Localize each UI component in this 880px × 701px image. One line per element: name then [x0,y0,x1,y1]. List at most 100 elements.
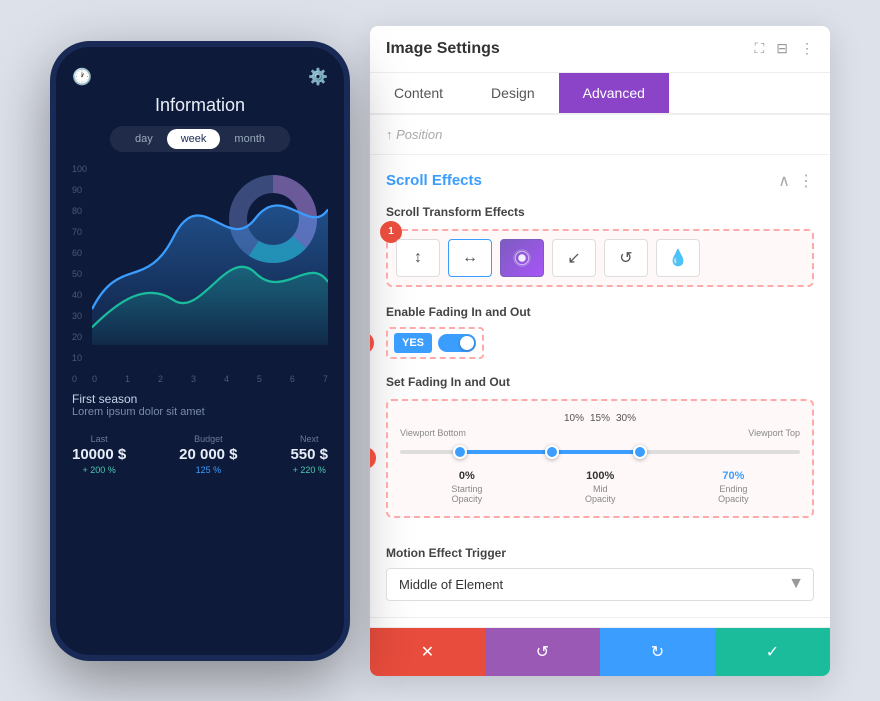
chart-info: First season Lorem ipsum dolor sit amet [72,392,328,418]
tab-advanced[interactable]: Advanced [559,73,669,113]
slider-thumb-2[interactable] [545,445,559,459]
fading-container: 3 10% 15% 30% Viewport Bottom Viewport T… [386,399,814,518]
starting-opacity-value: 0% [451,470,482,482]
stat-budget-label: Budget [179,434,237,444]
mid-opacity-name: MidOpacity [585,484,616,504]
panel-header: Image Settings ⛶ ⊟ ⋮ [370,26,830,73]
badge-2: 2 [370,332,374,354]
transform-buttons: 1 ↕ ↔ ↙ [386,229,814,287]
slider-top-labels: 10% 15% 30% [400,413,800,424]
transform-btn-rotate-left[interactable]: ↙ [552,239,596,277]
ending-opacity: 70% EndingOpacity [718,470,749,504]
toggle-switch[interactable] [438,334,476,352]
viewport-labels: Viewport Bottom Viewport Top [400,428,800,438]
season-description: Lorem ipsum dolor sit amet [72,406,328,418]
tab-month[interactable]: month [220,129,279,149]
main-container: 🕐 ⚙️ Information day week month 100 90 8… [0,0,880,701]
mid-opacity-value: 100% [585,470,616,482]
stat-budget: Budget 20 000 $ 125 % [179,434,237,475]
stat-budget-value: 20 000 $ [179,446,237,463]
motion-trigger-section: Motion Effect Trigger Middle of Element … [370,546,830,617]
starting-opacity: 0% StartingOpacity [451,470,482,504]
panel-tabs: Content Design Advanced [370,73,830,115]
position-label: ↑ Position [386,127,442,142]
yes-label: YES [394,333,432,353]
phone-title: Information [72,95,328,116]
section-header: Scroll Effects ∧ ⋮ [386,171,814,191]
columns-icon[interactable]: ⊟ [776,40,788,57]
reset-left-button[interactable]: ↺ [485,628,600,676]
ending-opacity-name: EndingOpacity [718,484,749,504]
stat-next-label: Next [290,434,328,444]
settings-icon: ⚙️ [308,67,328,87]
mid-opacity: 100% MidOpacity [585,470,616,504]
stat-next-change: + 220 % [290,465,328,475]
viewport-top-label: Viewport Top [748,428,800,438]
cancel-button[interactable]: ✕ [370,628,485,676]
select-arrow-icon: ▼ [788,575,804,593]
stat-last: Last 10000 $ + 200 % [72,434,126,475]
x-axis: 0 1 2 3 4 5 6 7 [92,374,328,384]
motion-trigger-select[interactable]: Middle of Element Top of Element Bottom … [386,568,814,601]
reset-right-button[interactable]: ↻ [600,628,715,676]
tab-week[interactable]: week [167,129,221,149]
line-chart [92,164,328,346]
tab-design[interactable]: Design [467,73,559,113]
collapse-icon[interactable]: ∧ [778,171,790,191]
blur-icon [513,249,531,267]
toggle-knob [460,336,474,350]
tab-day[interactable]: day [121,129,167,149]
phone-tabs: day week month [110,126,290,152]
set-fading-section: Set Fading In and Out 3 10% 15% 30% View… [386,375,814,518]
stat-budget-change: 125 % [179,465,237,475]
section-more-icon[interactable]: ⋮ [798,171,814,191]
transform-btn-arrows[interactable]: ↕ [396,239,440,277]
starting-opacity-name: StartingOpacity [451,484,482,504]
panel-content: ↑ Position Scroll Effects ∧ ⋮ Scroll Tra… [370,115,830,627]
slider-track-container [400,442,800,462]
panel-title: Image Settings [386,40,500,58]
stats-row: Last 10000 $ + 200 % Budget 20 000 $ 125… [72,434,328,475]
scroll-effects-section: Scroll Effects ∧ ⋮ Scroll Transform Effe… [370,155,830,546]
stat-last-label: Last [72,434,126,444]
transform-btn-rotate[interactable]: ↺ [604,239,648,277]
slider-thumb-1[interactable] [453,445,467,459]
expand-icon[interactable]: ⛶ [754,40,764,57]
tab-content[interactable]: Content [370,73,467,113]
chart-area: 100 90 80 70 60 50 40 30 20 10 0 [72,164,328,384]
opacity-values: 0% StartingOpacity 100% MidOpacity 70% E… [400,470,800,504]
stat-next-value: 550 $ [290,446,328,463]
season-title: First season [72,392,328,406]
transform-btn-horizontal[interactable]: ↔ [448,239,492,277]
clock-icon: 🕐 [72,67,92,87]
settings-panel: Image Settings ⛶ ⊟ ⋮ Content Design Adva… [370,26,830,676]
save-button[interactable]: ✓ [715,628,830,676]
stat-next: Next 550 $ + 220 % [290,434,328,475]
section-title: Scroll Effects [386,172,482,189]
transform-btn-blur[interactable] [500,239,544,277]
scroll-transform-label: Scroll Transform Effects [386,205,814,219]
panel-footer: ✕ ↺ ↻ ✓ [370,627,830,676]
fading-toggle-wrapper: 2 YES [386,327,484,359]
phone-top-bar: 🕐 ⚙️ [72,67,328,87]
viewport-bottom-label: Viewport Bottom [400,428,466,438]
ending-opacity-value: 70% [718,470,749,482]
slider-thumb-3[interactable] [633,445,647,459]
more-icon[interactable]: ⋮ [800,40,814,57]
position-section: ↑ Position [370,115,830,155]
header-icons: ⛶ ⊟ ⋮ [754,40,814,57]
motion-select-wrapper: Middle of Element Top of Element Bottom … [386,568,814,601]
stat-last-change: + 200 % [72,465,126,475]
phone-mockup: 🕐 ⚙️ Information day week month 100 90 8… [50,41,350,661]
enable-fading-label: Enable Fading In and Out [386,305,814,319]
help-section: ❓ Help [370,617,830,627]
yes-toggle: YES [386,327,484,359]
transform-btn-opacity[interactable]: 💧 [656,239,700,277]
badge-3: 3 [370,447,376,469]
enable-fading-section: Enable Fading In and Out 2 YES [386,305,814,359]
motion-trigger-label: Motion Effect Trigger [386,546,814,560]
section-controls: ∧ ⋮ [778,171,814,191]
fading-label: Set Fading In and Out [386,375,814,389]
y-axis: 100 90 80 70 60 50 40 30 20 10 0 [72,164,87,384]
stat-last-value: 10000 $ [72,446,126,463]
